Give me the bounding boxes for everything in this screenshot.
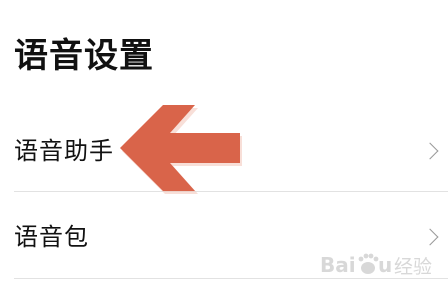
baidu-jingyan-watermark: Bai u 经验: [320, 253, 432, 278]
settings-item-label: 语音包: [14, 223, 89, 251]
page-title: 语音设置: [14, 36, 154, 76]
chevron-right-icon: [421, 228, 439, 246]
chevron-right-icon: [421, 142, 439, 160]
svg-text:经验: 经验: [394, 256, 432, 278]
settings-item-label: 语音助手: [14, 137, 114, 165]
svg-text:u: u: [378, 253, 392, 277]
pointer-arrow-icon: [120, 105, 242, 194]
svg-text:Bai: Bai: [320, 253, 356, 277]
